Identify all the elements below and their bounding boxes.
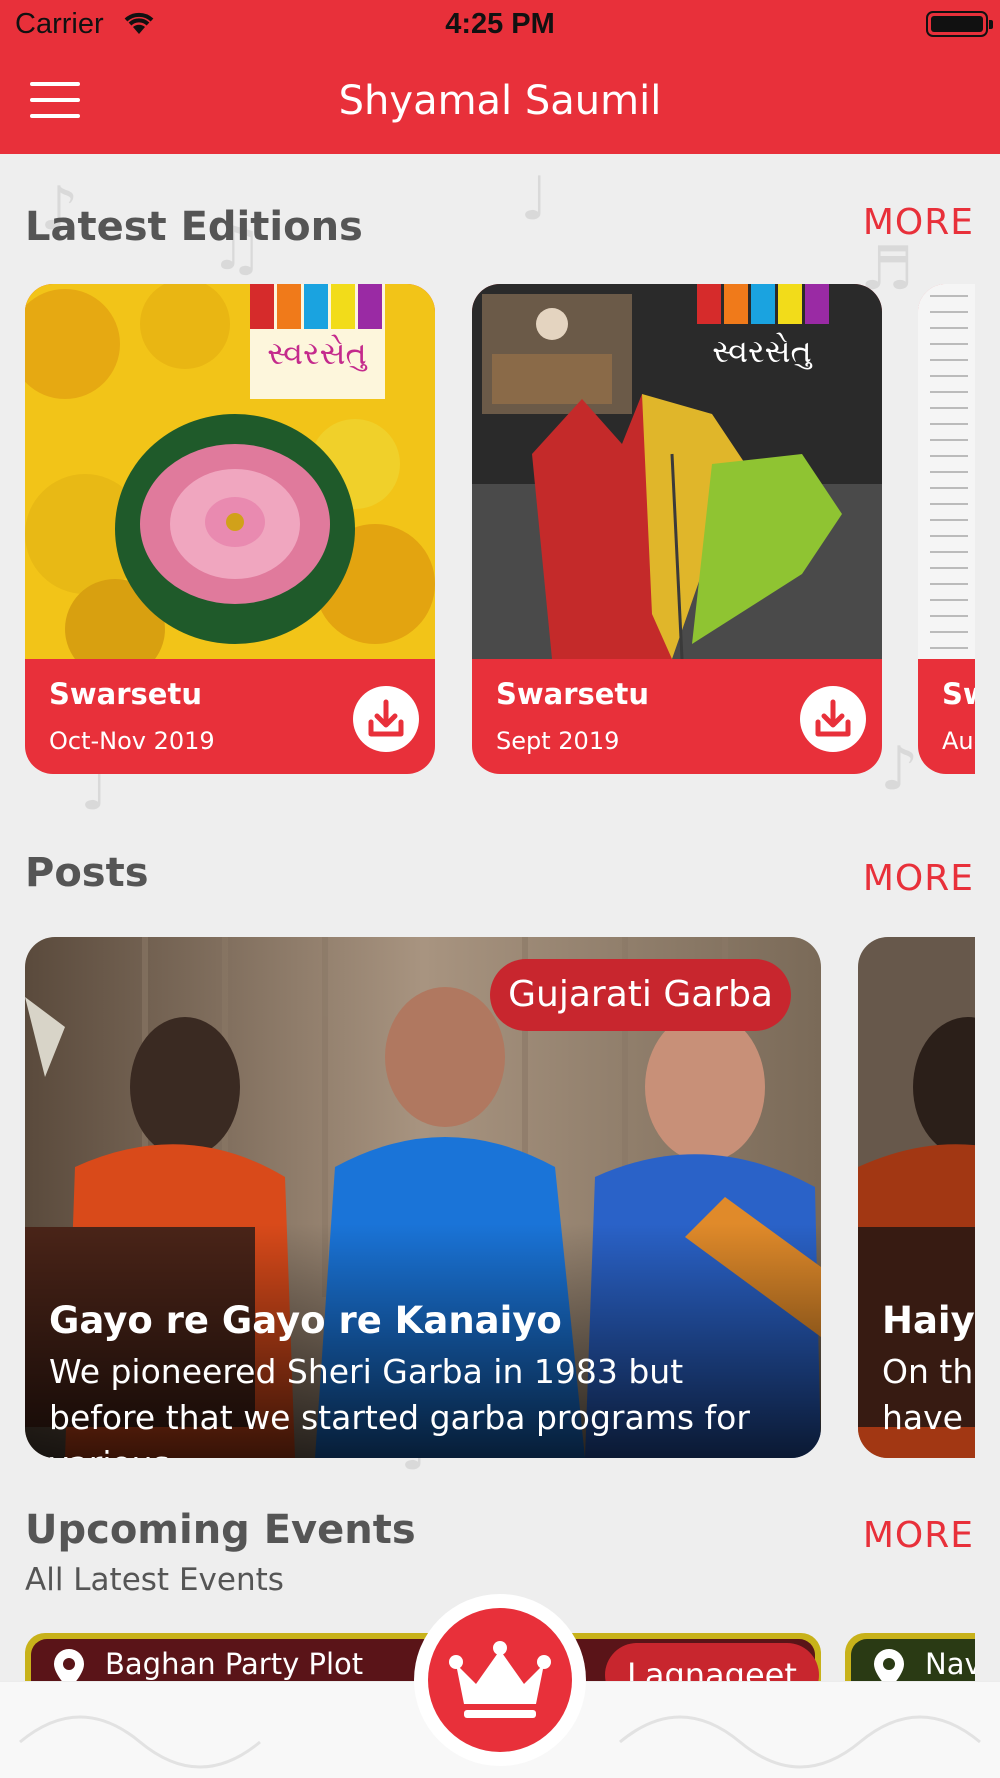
edition-date: Oct-Nov 2019 — [49, 727, 215, 755]
download-button[interactable] — [800, 686, 866, 752]
posts-more-link[interactable]: MORE — [863, 858, 974, 899]
edition-card-clip: Sw Aug — [918, 284, 975, 774]
event-location: Baghan Party Plot — [105, 1647, 364, 1681]
app-title: Shyamal Saumil — [338, 78, 662, 124]
edition-card[interactable]: Sw Aug — [918, 284, 975, 774]
edition-title: Swarsetu — [49, 677, 202, 711]
edition-date: Aug — [942, 727, 975, 755]
edition-cover-image — [918, 284, 975, 659]
editions-title: Latest Editions — [25, 204, 363, 250]
post-card[interactable]: Haiy On the have d — [858, 937, 975, 1458]
app-header: Carrier 4:25 PM Shyamal Saumil — [0, 0, 1000, 154]
post-card-clip: Haiy On the have d — [858, 937, 975, 1458]
post-description: On the have d — [882, 1352, 975, 1437]
edition-title: Swarsetu — [496, 677, 649, 711]
post-title: Haiy — [882, 1299, 975, 1342]
battery-icon — [926, 11, 993, 37]
post-category-badge[interactable]: Gujarati Garba — [490, 959, 791, 1031]
download-icon — [815, 699, 851, 737]
edition-cover-image: સ્વરસેતુ — [25, 284, 435, 659]
premium-button[interactable] — [428, 1608, 572, 1752]
events-more-link[interactable]: MORE — [863, 1515, 974, 1556]
status-time: 4:25 PM — [445, 8, 555, 40]
cover-masthead: સ્વરસેતુ — [267, 334, 368, 372]
edition-card[interactable]: સ્વરસેતુ Swarsetu Oct-Nov 2019 — [25, 284, 435, 774]
post-title: Gayo re Gayo re Kanaiyo — [49, 1299, 562, 1342]
crown-icon — [449, 1641, 551, 1718]
cover-masthead: સ્વરસેતુ — [712, 332, 813, 370]
events-title: Upcoming Events — [25, 1507, 416, 1553]
edition-cover-image: સ્વરસેતુ — [472, 284, 882, 659]
events-subtitle: All Latest Events — [25, 1562, 284, 1598]
download-button[interactable] — [353, 686, 419, 752]
post-description: We pioneered Sheri Garba in 1983 but bef… — [49, 1352, 750, 1458]
posts-title: Posts — [25, 850, 149, 896]
post-card[interactable]: Gujarati Garba Gayo re Gayo re Kanaiyo W… — [25, 937, 821, 1458]
edition-date: Sept 2019 — [496, 727, 620, 755]
editions-more-link[interactable]: MORE — [863, 202, 974, 243]
download-icon — [368, 699, 404, 737]
edition-title: Sw — [942, 677, 975, 711]
edition-card[interactable]: સ્વરસેતુ Swarsetu Sept 2019 — [472, 284, 882, 774]
event-location: Nav — [925, 1647, 975, 1681]
status-bar: Carrier 4:25 PM — [0, 0, 1000, 50]
